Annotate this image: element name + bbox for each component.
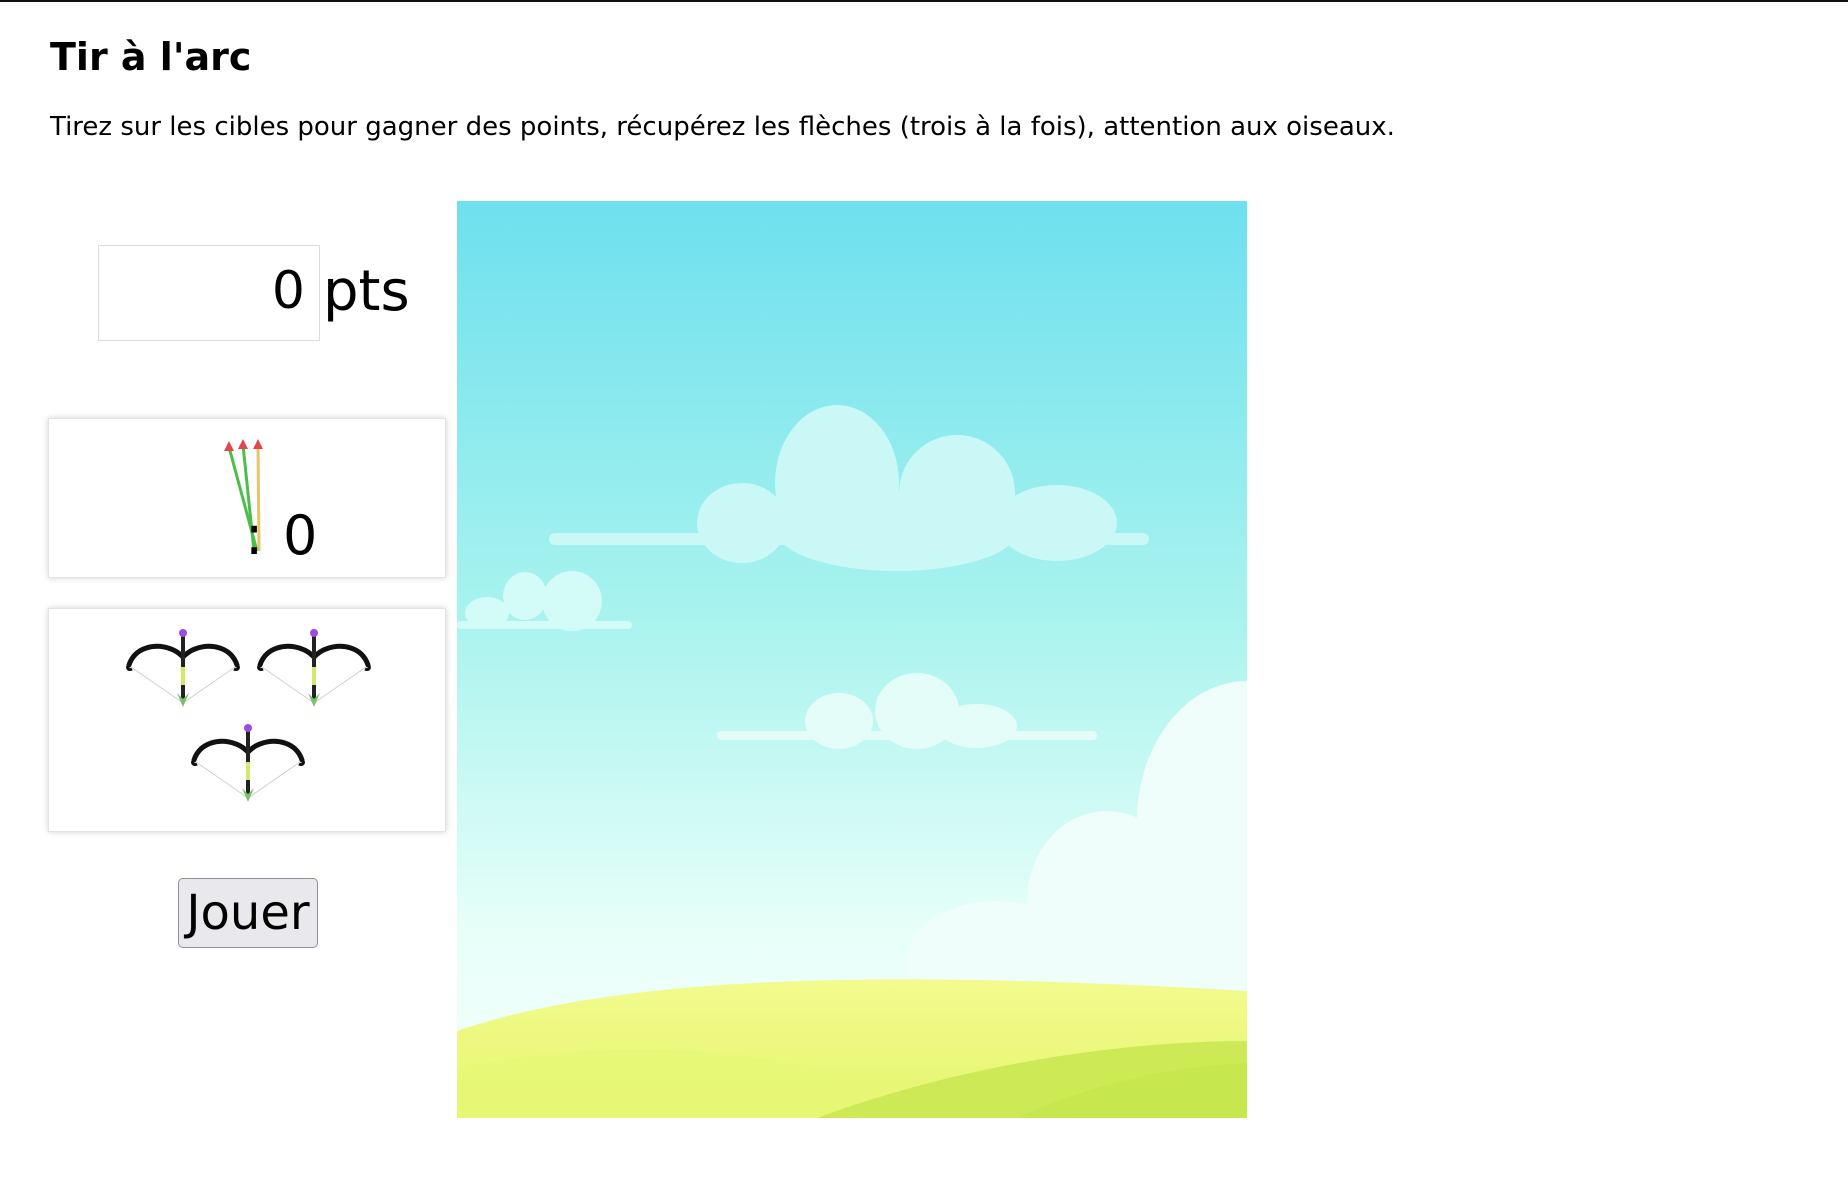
top-border — [0, 0, 1848, 2]
bow-icon — [126, 629, 240, 707]
play-button[interactable]: Jouer — [178, 878, 318, 948]
arrows-count: 0 — [283, 504, 318, 567]
score-unit-label: pts — [323, 259, 410, 324]
arrows-panel: : 0 — [48, 418, 446, 578]
bow-icon — [191, 724, 305, 802]
game-instructions: Tirez sur les cibles pour gagner des poi… — [50, 112, 1395, 142]
page-title: Tir à l'arc — [50, 35, 252, 79]
bow-icon — [257, 629, 371, 707]
arrows-separator: : — [245, 504, 264, 567]
score-field[interactable] — [98, 245, 320, 341]
score-display: pts — [98, 245, 418, 341]
game-area[interactable] — [457, 201, 1247, 1118]
lives-panel — [48, 608, 446, 832]
game-scene — [457, 201, 1247, 1118]
